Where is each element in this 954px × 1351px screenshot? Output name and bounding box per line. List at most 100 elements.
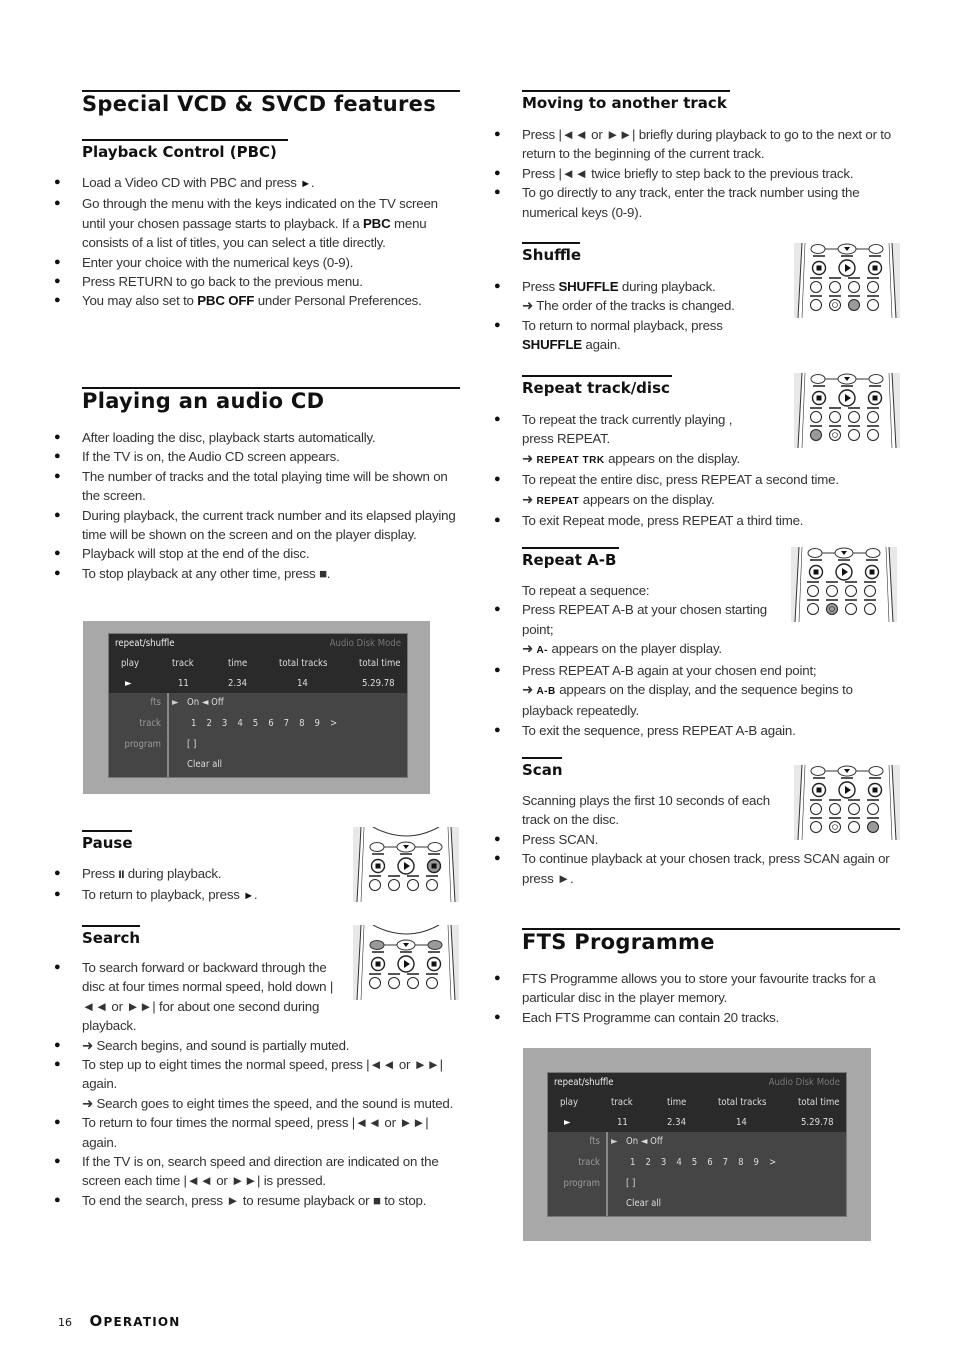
scan-button-icon	[867, 821, 879, 833]
clear-all-button[interactable]: Clear all	[187, 759, 222, 770]
label-track: track	[139, 718, 161, 729]
footer-section-title: OPERATION	[89, 1312, 181, 1330]
fts-list-wrap: FTS Programme allows you to store your f…	[494, 969, 900, 1028]
clear-all-button[interactable]: Clear all	[626, 1198, 661, 1209]
function-button-icon	[867, 281, 879, 293]
function-button-icon	[826, 585, 838, 597]
track-option[interactable]: 7	[284, 718, 289, 729]
list-item: Press REPEAT A-B again at your chosen en…	[494, 661, 900, 721]
section-title-fts: FTS Programme	[522, 928, 900, 954]
track-option[interactable]: 3	[661, 1157, 666, 1168]
list-item: Playback will stop at the end of the dis…	[54, 544, 457, 564]
list-item: Press |◄◄ twice briefly to step back to …	[494, 164, 900, 184]
ab-button-icon	[829, 299, 841, 311]
track-option[interactable]: 8	[738, 1157, 743, 1168]
screen-title: repeat/shuffle	[115, 638, 175, 649]
list-item: You may also set to PBC OFF under Person…	[54, 291, 452, 311]
list-item: To exit the sequence, press REPEAT A-B a…	[494, 721, 900, 741]
pbc-list: Load a Video CD with PBC and press ►. Go…	[54, 173, 452, 311]
function-button-icon	[848, 803, 860, 815]
subtitle-pbc: Playback Control (PBC)	[82, 139, 288, 162]
prev-button-icon	[369, 842, 385, 852]
prev-button-icon	[810, 244, 826, 254]
fts-arrow-icon: ►	[611, 1136, 618, 1147]
list-item: To step up to eight times the normal spe…	[54, 1055, 454, 1113]
function-button-icon	[388, 879, 400, 891]
track-option[interactable]: 1	[630, 1157, 635, 1168]
function-button-icon	[426, 879, 438, 891]
list-item: To exit Repeat mode, press REPEAT a thir…	[494, 511, 900, 531]
remote-illustration-repeat-ab	[791, 547, 897, 622]
next-button-icon	[868, 374, 884, 384]
play-icon: ►	[564, 1117, 571, 1128]
function-button-icon	[407, 977, 419, 989]
screen-title: repeat/shuffle	[554, 1077, 614, 1088]
value-total-tracks: 14	[297, 678, 308, 689]
label-track: track	[578, 1157, 600, 1168]
function-button-icon	[864, 585, 876, 597]
header-total-tracks: total tracks	[279, 658, 328, 669]
moving-list-wrap: Press |◄◄ or ►►| briefly during playback…	[494, 125, 900, 222]
moving-title-wrap: Moving to another track	[522, 90, 730, 113]
fts-arrow-icon: ►	[172, 697, 179, 708]
next-button-icon	[868, 244, 884, 254]
ab-button-icon	[829, 821, 841, 833]
list-item: The number of tracks and the total playi…	[54, 467, 457, 506]
value-track: 11	[617, 1117, 628, 1128]
value-track: 11	[178, 678, 189, 689]
track-option[interactable]: 1	[191, 718, 196, 729]
repeat-button-icon	[810, 299, 822, 311]
track-next-icon[interactable]: >	[330, 718, 337, 729]
track-option[interactable]: 2	[645, 1157, 650, 1168]
list-item: Each FTS Programme can contain 20 tracks…	[494, 1008, 900, 1028]
track-option[interactable]: 9	[754, 1157, 759, 1168]
header-total-time: total time	[798, 1097, 840, 1108]
track-option[interactable]: 4	[676, 1157, 681, 1168]
function-button-icon	[369, 977, 381, 989]
next-button-icon	[427, 842, 443, 852]
screen-header: repeat/shuffle Audio Disk Mode play trac…	[109, 634, 407, 693]
track-option[interactable]: 8	[299, 718, 304, 729]
list-item: During playback, the current track numbe…	[54, 506, 457, 545]
screen-mode: Audio Disk Mode	[329, 638, 401, 649]
section-title-vcd: Special VCD & SVCD features	[82, 90, 460, 116]
function-button-icon	[426, 977, 438, 989]
ab-button-icon	[826, 603, 838, 615]
subtitle-repeat-ab: Repeat A-B	[522, 547, 619, 570]
list-item: Load a Video CD with PBC and press ►.	[54, 173, 452, 194]
remote-drawing	[797, 765, 897, 840]
pause-list: Press II during playback. To return to p…	[54, 864, 342, 907]
list-item: If the TV is on, the Audio CD screen app…	[54, 447, 457, 467]
next-button-icon	[427, 940, 443, 950]
track-option[interactable]: 5	[253, 718, 258, 729]
fts-toggle[interactable]: On ◄ Off	[187, 697, 224, 708]
function-button-icon	[829, 803, 841, 815]
subtitle-pause: Pause	[82, 830, 133, 853]
value-total-time: 5.29.78	[801, 1117, 834, 1128]
list-item: If the TV is on, search speed and direct…	[54, 1152, 454, 1191]
function-button-icon	[807, 585, 819, 597]
scan-button-icon	[864, 603, 876, 615]
function-button-icon	[845, 585, 857, 597]
track-option[interactable]: 5	[692, 1157, 697, 1168]
pause-title-wrap: Pause	[82, 830, 133, 853]
repeat-title-wrap: Repeat track/disc	[522, 375, 672, 398]
list-item: ➜ A- appears on the player display.	[494, 639, 900, 660]
track-option[interactable]: 4	[237, 718, 242, 729]
list-item: To go directly to any track, enter the t…	[494, 183, 900, 222]
track-option[interactable]: 2	[206, 718, 211, 729]
fts-toggle[interactable]: On ◄ Off	[626, 1136, 663, 1147]
track-option[interactable]: 7	[723, 1157, 728, 1168]
fts-title-wrap: FTS Programme	[522, 928, 900, 954]
list-item: Go through the menu with the keys indica…	[54, 194, 452, 252]
audio-list: After loading the disc, playback starts …	[54, 428, 457, 584]
subtitle-moving: Moving to another track	[522, 90, 730, 113]
list-item: To repeat the track currently playing , …	[494, 410, 767, 449]
prev-button-icon	[807, 548, 823, 558]
track-option[interactable]: 3	[222, 718, 227, 729]
track-next-icon[interactable]: >	[769, 1157, 776, 1168]
track-option[interactable]: 6	[707, 1157, 712, 1168]
subtitle-repeat: Repeat track/disc	[522, 375, 672, 398]
track-option[interactable]: 6	[268, 718, 273, 729]
track-option[interactable]: 9	[315, 718, 320, 729]
